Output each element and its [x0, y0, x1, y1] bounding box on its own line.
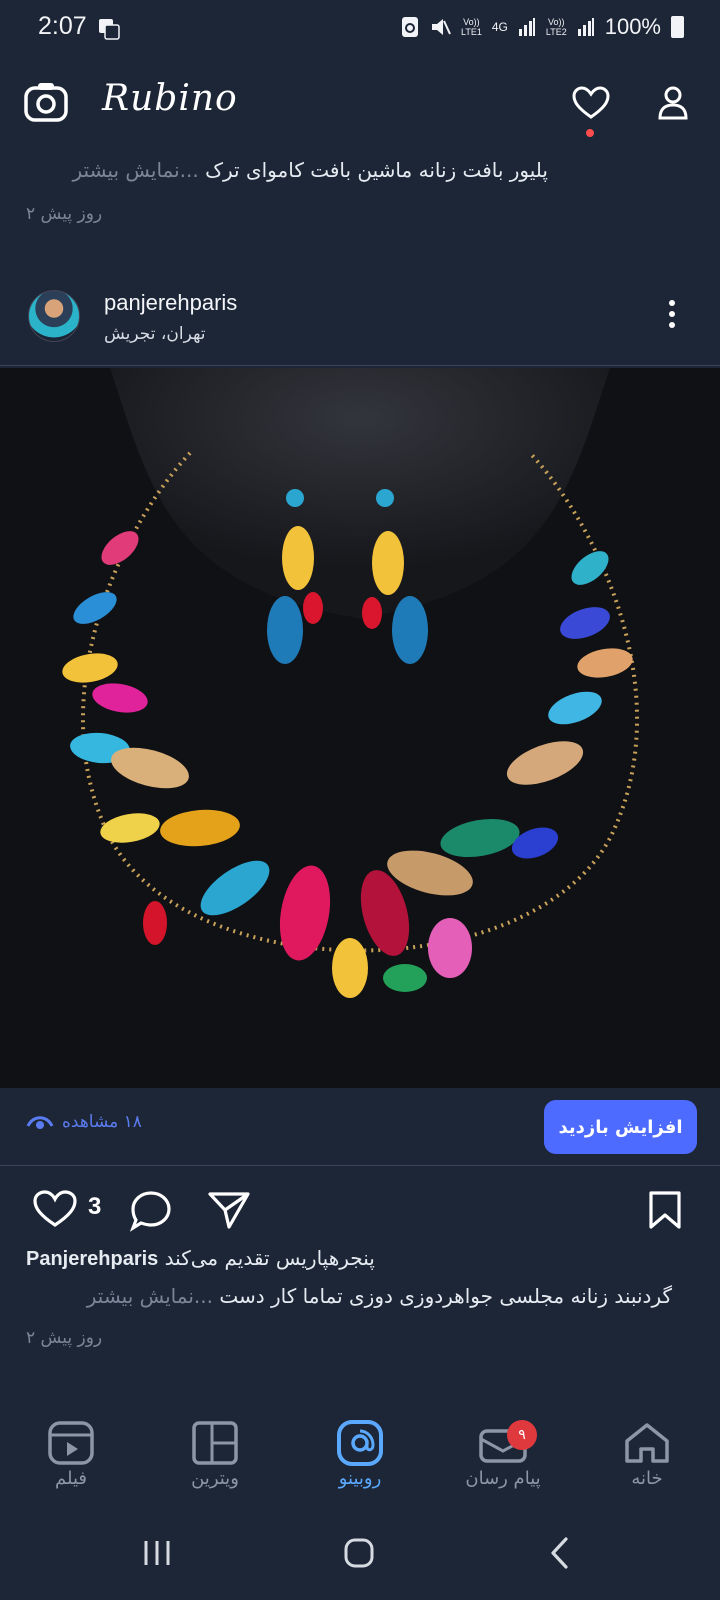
nav-messenger[interactable]: ۹ پیام رسان	[448, 1418, 558, 1489]
caption-intro: پنجرهپاریس تقدیم می‌کند	[164, 1246, 375, 1270]
eye-icon	[26, 1116, 54, 1129]
bottom-navigation: فیلم ویترین روبینو ۹ پیام رسان خانه	[0, 1404, 720, 1510]
recents-icon[interactable]	[142, 1538, 172, 1568]
more-options-icon[interactable]	[668, 300, 676, 333]
post-actions: 3	[0, 1166, 720, 1246]
battery-icon	[671, 16, 684, 38]
film-icon	[48, 1421, 94, 1465]
caption-header: Panjerehparis پنجرهپاریس تقدیم می‌کند	[26, 1246, 436, 1271]
sim2-label: Vo)) LTE2	[545, 17, 567, 37]
mute-icon	[432, 19, 451, 35]
grid-icon	[192, 1421, 238, 1465]
caption-text[interactable]: گردنبند زنانه مجلسی جواهردوزی دوزی تماما…	[26, 1284, 672, 1308]
notification-dot	[586, 129, 594, 137]
camera-icon[interactable]	[24, 82, 68, 122]
post-time: ۲ روز پیش	[26, 204, 103, 224]
app-logo: Rubino	[102, 78, 238, 119]
battery-percent: 100%	[604, 14, 661, 39]
status-icons: Vo)) LTE1 4G Vo)) LTE2 100%	[401, 14, 684, 40]
app-header: Rubino	[0, 60, 720, 148]
caption-username[interactable]: Panjerehparis	[26, 1248, 158, 1270]
show-more-link[interactable]: ...نمایش بیشتر	[87, 1284, 213, 1308]
share-icon[interactable]	[207, 1190, 251, 1230]
nav-rubino[interactable]: روبینو	[305, 1418, 415, 1489]
heart-icon[interactable]	[572, 86, 610, 120]
nav-home[interactable]: خانه	[592, 1418, 702, 1489]
rubino-icon	[337, 1420, 383, 1466]
bookmark-icon[interactable]	[648, 1190, 682, 1230]
view-count: ۱۸ مشاهده	[26, 1112, 142, 1132]
like-icon[interactable]	[33, 1190, 77, 1228]
previous-post-caption: پلیور بافت زنانه ماشین بافت کاموای ترک .…	[0, 148, 720, 268]
post-header: panjerehparis تهران، تجریش	[0, 270, 720, 366]
sim1-label: Vo)) LTE1	[461, 17, 482, 37]
nav-film[interactable]: فیلم	[16, 1418, 126, 1489]
back-icon[interactable]	[548, 1536, 572, 1570]
comment-icon[interactable]	[130, 1190, 172, 1232]
messenger-badge: ۹	[507, 1420, 537, 1450]
profile-icon[interactable]	[658, 86, 688, 120]
nav-vitrin[interactable]: ویترین	[160, 1418, 270, 1489]
translate-icon	[99, 19, 120, 40]
show-more-link[interactable]: ...نمایش بیشتر	[73, 158, 199, 182]
avatar[interactable]	[28, 290, 80, 342]
boost-views-button[interactable]: افزایش بازدید	[544, 1100, 697, 1154]
home-button-icon[interactable]	[343, 1537, 375, 1569]
post-image[interactable]	[0, 368, 720, 1088]
necklace-image	[0, 368, 720, 1088]
status-time: 2:07	[38, 12, 87, 40]
network-type: 4G	[491, 20, 508, 34]
signal-icon	[518, 18, 535, 36]
views-bar: ۱۸ مشاهده افزایش بازدید	[0, 1088, 720, 1166]
post-time: ۲ روز پیش	[26, 1328, 103, 1348]
signal-icon-2	[577, 18, 594, 36]
caption-text[interactable]: پلیور بافت زنانه ماشین بافت کاموای ترک .…	[26, 158, 548, 182]
location[interactable]: تهران، تجریش	[104, 324, 206, 344]
like-count[interactable]: 3	[88, 1193, 101, 1221]
username[interactable]: panjerehparis	[104, 290, 237, 316]
system-navigation	[0, 1510, 720, 1600]
sync-icon	[402, 17, 419, 37]
home-icon	[625, 1423, 669, 1463]
status-bar: 2:07 Vo)) LTE1 4G Vo)) LTE2 100%	[0, 0, 720, 60]
